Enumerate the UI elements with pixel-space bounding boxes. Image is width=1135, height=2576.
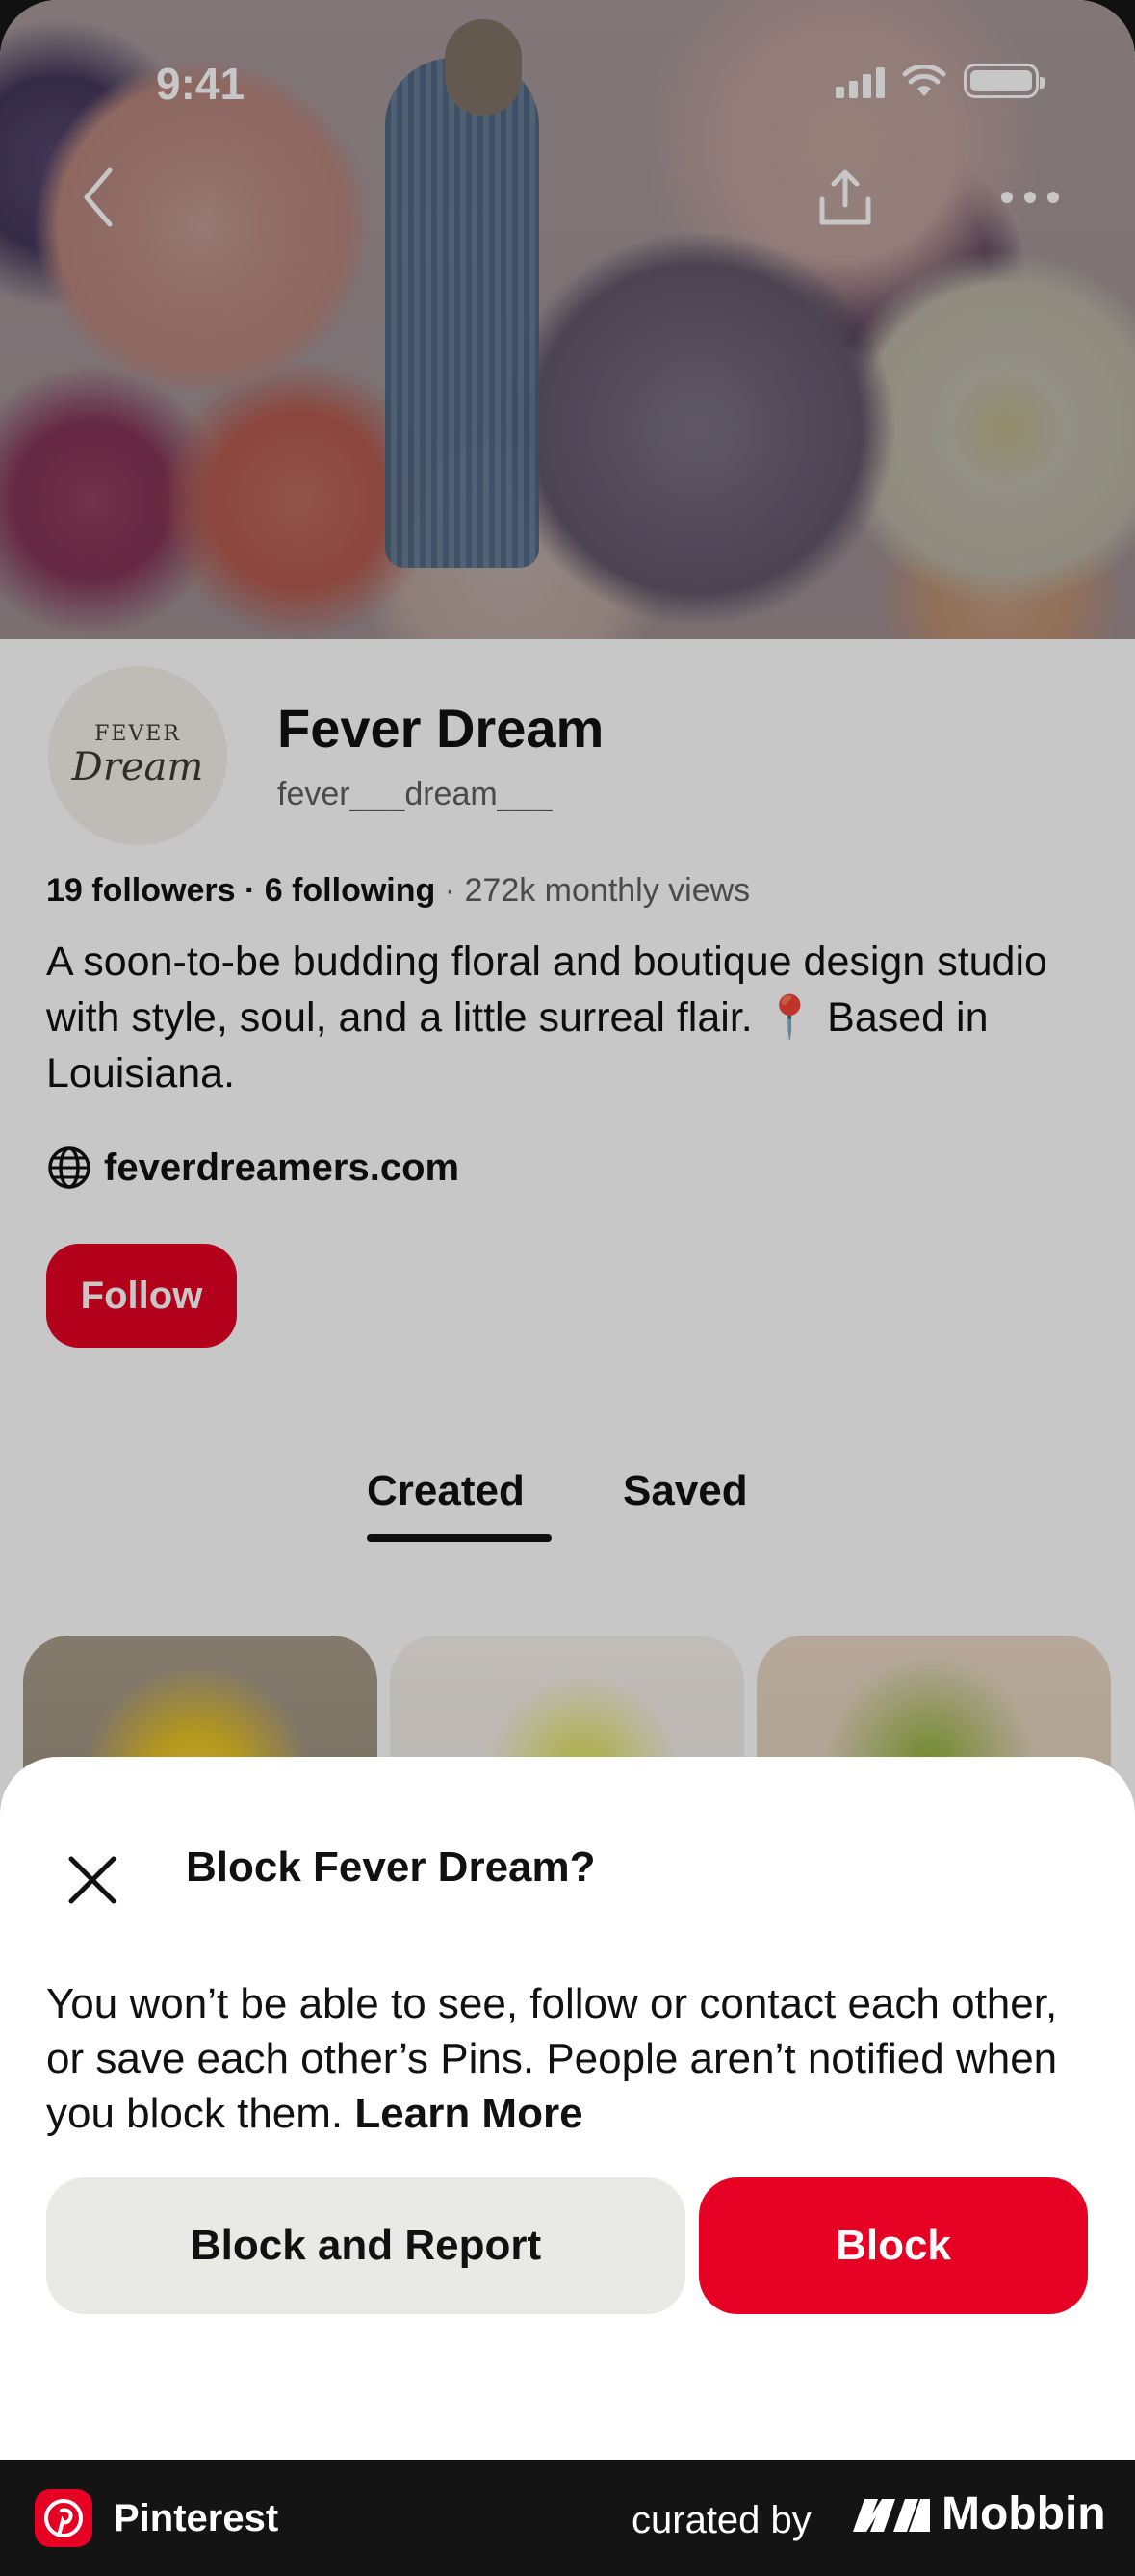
block-button[interactable]: Block — [699, 2177, 1088, 2314]
block-bottom-sheet: Block Fever Dream? You won’t be able to … — [0, 1757, 1135, 2460]
close-button[interactable] — [54, 1842, 131, 1919]
mobbin-logo-icon — [853, 2498, 930, 2532]
footer-app-name: Pinterest — [114, 2496, 279, 2539]
learn-more-link[interactable]: Learn More — [354, 2090, 582, 2137]
pinterest-logo-icon — [35, 2489, 92, 2547]
close-icon — [68, 1856, 116, 1904]
sheet-description: You won’t be able to see, follow or cont… — [46, 1980, 1058, 2137]
mobbin-brand: Mobbin — [851, 2487, 1106, 2540]
curated-by-label: curated by — [632, 2499, 812, 2541]
block-and-report-button[interactable]: Block and Report — [46, 2177, 685, 2314]
sheet-title: Block Fever Dream? — [186, 1843, 596, 1891]
footer-app: Pinterest — [35, 2489, 278, 2547]
app-screen: 9:41 FEVER Dream Fever Dream fever___dre… — [0, 0, 1135, 2460]
attribution-footer: Pinterest curated by Mobbin — [0, 2460, 1135, 2576]
